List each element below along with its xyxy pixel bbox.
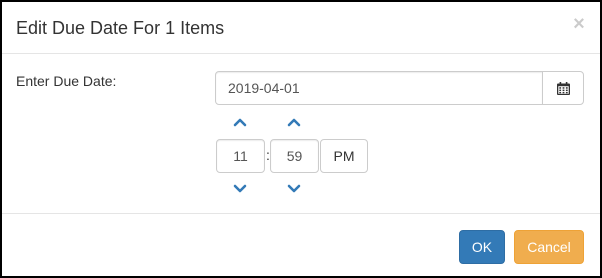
due-date-input-group: 2019-04-01 bbox=[215, 71, 584, 105]
edit-due-date-dialog: Edit Due Date For 1 Items × Enter Due Da… bbox=[0, 0, 602, 278]
due-date-label: Enter Due Date: bbox=[16, 73, 117, 89]
hour-input[interactable]: 11 bbox=[216, 139, 265, 173]
close-button[interactable]: × bbox=[572, 14, 586, 34]
calendar-button[interactable] bbox=[542, 71, 584, 105]
calendar-icon bbox=[557, 82, 570, 95]
meridian-toggle-button[interactable]: PM bbox=[320, 139, 368, 173]
minute-increment-chevron-up-icon[interactable] bbox=[287, 117, 301, 127]
hour-increment-chevron-up-icon[interactable] bbox=[233, 117, 247, 127]
minute-input[interactable]: 59 bbox=[270, 139, 319, 173]
minute-decrement-chevron-down-icon[interactable] bbox=[287, 184, 301, 194]
dialog-footer: OK Cancel bbox=[2, 213, 600, 277]
ok-button[interactable]: OK bbox=[459, 230, 505, 264]
due-date-input[interactable]: 2019-04-01 bbox=[215, 71, 543, 105]
dialog-title: Edit Due Date For 1 Items bbox=[16, 18, 225, 38]
hour-decrement-chevron-down-icon[interactable] bbox=[233, 184, 247, 194]
cancel-button[interactable]: Cancel bbox=[514, 230, 584, 264]
dialog-header: Edit Due Date For 1 Items × bbox=[2, 2, 600, 54]
